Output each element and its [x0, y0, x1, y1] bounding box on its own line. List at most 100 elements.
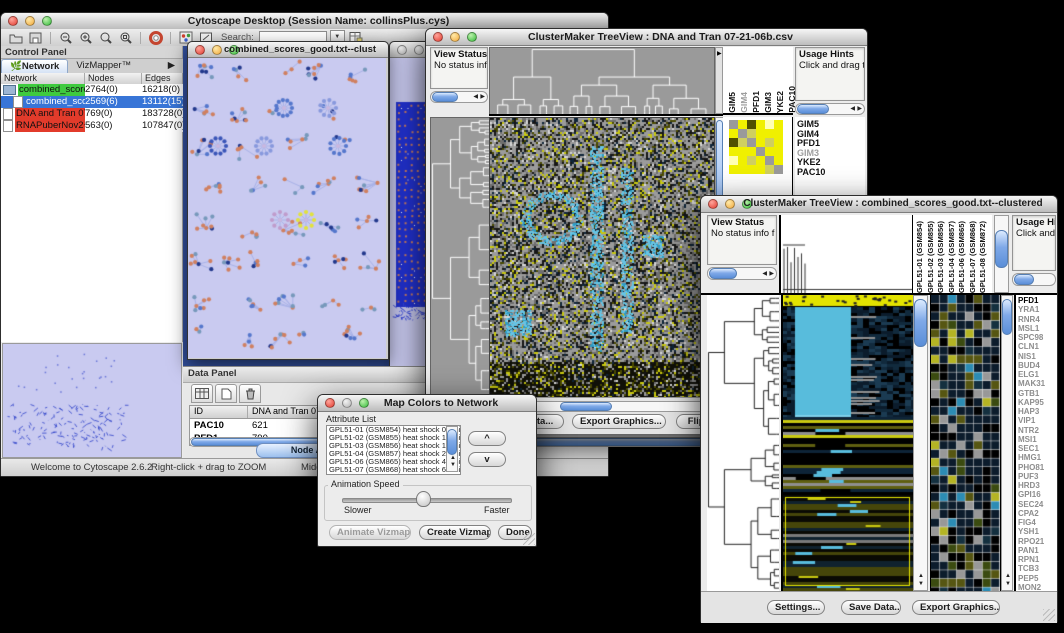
network-overview-thumbnail[interactable] — [2, 343, 182, 458]
gene-label[interactable]: RPO21 — [1018, 537, 1057, 546]
view-status-hscrollbar[interactable]: ◀▶ — [707, 267, 777, 280]
close-button[interactable] — [8, 16, 18, 26]
move-up-button[interactable]: ^ — [468, 431, 506, 446]
new-document-icon[interactable] — [215, 384, 237, 403]
gene-label[interactable]: PHO81 — [1018, 463, 1057, 472]
network-view-titlebar[interactable]: combined_scores_good.txt--cluste... — [188, 42, 388, 58]
row-dendrogram[interactable] — [707, 295, 779, 591]
network-table-row[interactable]: combined_sco2569(6)13112(15) — [1, 96, 183, 108]
gene-label[interactable]: PFD1 — [1018, 296, 1057, 305]
gene-list-panel[interactable]: PFD1YRA1RNR4MSL1SPC98CLN1NIS1BUD4ELG1MAK… — [1014, 295, 1057, 591]
animate-vizmap-button[interactable]: Animate Vizmap — [329, 525, 411, 540]
gene-label[interactable]: RPN1 — [1018, 555, 1057, 564]
minimize-button[interactable] — [25, 16, 35, 26]
zoom-in-icon[interactable] — [77, 30, 94, 45]
usage-hints-hscrollbar[interactable] — [1012, 273, 1056, 286]
save-icon[interactable] — [27, 30, 44, 45]
gene-label[interactable]: MON2 — [1018, 583, 1057, 591]
global-heatmap[interactable] — [781, 295, 913, 591]
gene-label[interactable]: CPA2 — [1018, 509, 1057, 518]
gene-label[interactable]: FIG4 — [1018, 518, 1057, 527]
gene-label[interactable]: PAN1 — [1018, 546, 1057, 555]
table-mode-icon[interactable] — [191, 384, 213, 403]
gene-label[interactable]: PUF3 — [1018, 472, 1057, 481]
gene-label[interactable]: RNR4 — [1018, 315, 1057, 324]
column-dendrogram[interactable] — [779, 215, 912, 293]
close-button[interactable] — [325, 398, 335, 408]
column-dendrogram[interactable] — [489, 47, 715, 115]
close-button[interactable] — [397, 45, 407, 55]
row-dendrogram[interactable] — [430, 117, 491, 399]
gene-label[interactable]: NTR2 — [1018, 426, 1057, 435]
export-graphics-button[interactable]: Export Graphics... — [912, 600, 1000, 615]
minimize-button[interactable] — [342, 398, 352, 408]
gene-label[interactable]: TCB3 — [1018, 564, 1057, 573]
gene-label[interactable]: GTB1 — [1018, 389, 1057, 398]
gene-label[interactable]: CLN1 — [1018, 342, 1057, 351]
tab-network[interactable]: 🌿Network — [1, 59, 68, 73]
mini-scroll-strip[interactable]: ▶ — [715, 47, 723, 114]
gene-label[interactable]: HRD3 — [1018, 481, 1057, 490]
similarity-matrix[interactable] — [729, 120, 783, 174]
zoom-out-icon[interactable] — [57, 30, 74, 45]
gene-label[interactable]: YSH1 — [1018, 527, 1057, 536]
gene-label[interactable]: NIS1 — [1018, 352, 1057, 361]
open-file-icon[interactable] — [7, 30, 24, 45]
zoom-vscrollbar[interactable]: ▲▼ — [1001, 295, 1013, 591]
dialog-titlebar[interactable]: Map Colors to Network — [318, 395, 536, 412]
gene-label[interactable]: HAP3 — [1018, 407, 1057, 416]
settings-button[interactable]: Settings... — [767, 600, 825, 615]
close-button[interactable] — [433, 32, 443, 42]
attribute-list[interactable]: GPL51-01 (GSM854) heat shock 05 minGPL51… — [326, 425, 461, 475]
minimize-button[interactable] — [414, 45, 424, 55]
gene-label[interactable]: MSI1 — [1018, 435, 1057, 444]
minimize-button[interactable] — [212, 45, 222, 55]
gene-label[interactable]: VIP1 — [1018, 416, 1057, 425]
create-vizmap-button[interactable]: Create Vizmap — [419, 525, 491, 540]
gene-label[interactable]: BUD4 — [1018, 361, 1057, 370]
gene-label[interactable]: YRA1 — [1018, 305, 1057, 314]
gene-label[interactable]: SPC98 — [1018, 333, 1057, 342]
usage-hints-hscrollbar[interactable]: ◀▶ — [795, 103, 865, 115]
gene-label[interactable]: HMG1 — [1018, 453, 1057, 462]
save-data-button[interactable]: Save Data... — [841, 600, 901, 615]
column-labels-vscrollbar[interactable] — [994, 215, 1009, 293]
slider-thumb[interactable] — [416, 491, 431, 507]
zoom-heatmap[interactable] — [930, 295, 1001, 591]
resize-grip[interactable] — [523, 533, 535, 545]
global-heatmap[interactable] — [489, 117, 715, 399]
minimize-button[interactable] — [725, 199, 735, 209]
gene-label[interactable]: SEC24 — [1018, 500, 1057, 509]
gene-label[interactable]: GPI16 — [1018, 490, 1057, 499]
treeview2-titlebar[interactable]: ClusterMaker TreeView : combined_scores_… — [701, 196, 1057, 213]
trash-icon[interactable] — [239, 384, 261, 403]
close-button[interactable] — [195, 45, 205, 55]
treeview1-titlebar[interactable]: ClusterMaker TreeView : DNA and Tran 07-… — [426, 29, 867, 46]
gene-label[interactable]: MSL1 — [1018, 324, 1057, 333]
heatmap-vscrollbar[interactable]: ▲▼ — [913, 295, 928, 591]
network-table-row[interactable]: RNAPuberNov2+!563(0)107847(0) — [1, 120, 183, 132]
attribute-list-label: Attribute List — [326, 414, 376, 424]
view-status-hscrollbar[interactable]: ◀▶ — [430, 91, 488, 103]
gene-label[interactable]: ELG1 — [1018, 370, 1057, 379]
help-lifering-icon[interactable] — [147, 30, 164, 45]
network-table-row[interactable]: combined_scores2764(0)16218(0) — [1, 84, 183, 96]
close-button[interactable] — [708, 199, 718, 209]
gene-label[interactable]: MAK31 — [1018, 379, 1057, 388]
gene-label[interactable]: KAP95 — [1018, 398, 1057, 407]
network-table-row[interactable]: DNA and Tran 07769(0)183728(0) — [1, 108, 183, 120]
zoom-selected-icon[interactable] — [97, 30, 114, 45]
gene-label[interactable]: PAC10 — [797, 168, 865, 178]
attribute-item[interactable]: GPL51-07 (GSM868) heat shock 60 min — [327, 466, 460, 474]
gene-label[interactable]: SEC1 — [1018, 444, 1057, 453]
gene-label[interactable]: PEP5 — [1018, 574, 1057, 583]
export-graphics-button[interactable]: Export Graphics... — [572, 414, 666, 429]
resize-grip[interactable] — [1043, 609, 1055, 621]
zoom-fit-icon[interactable] — [117, 30, 134, 45]
minimize-button[interactable] — [450, 32, 460, 42]
tab-vizmapper[interactable]: VizMapper™ — [68, 59, 139, 73]
tab-overflow-arrow[interactable]: ▶ — [160, 59, 183, 73]
move-down-button[interactable]: v — [468, 452, 506, 467]
network-view-canvas[interactable] — [188, 58, 386, 358]
attribute-list-vscrollbar[interactable]: ▲▼ — [446, 426, 458, 472]
